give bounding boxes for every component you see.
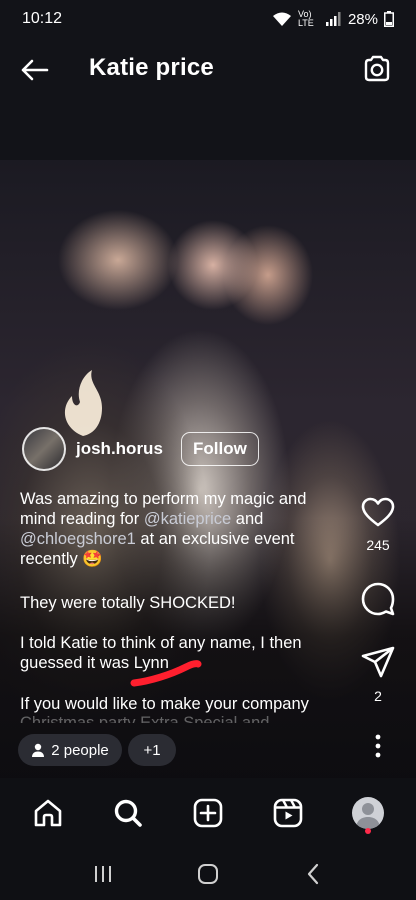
recent-apps-icon xyxy=(94,866,111,882)
like-count: 245 xyxy=(366,537,390,553)
tagged-people-chip[interactable]: 2 people xyxy=(18,734,122,766)
header: Katie price xyxy=(0,38,416,160)
back-system-button[interactable] xyxy=(293,854,333,894)
caption-paragraph: If you would like to make your company xyxy=(20,695,309,713)
author-username[interactable]: josh.horus xyxy=(76,439,163,459)
status-time: 10:12 xyxy=(22,10,63,27)
home-icon xyxy=(34,799,62,827)
recent-apps-button[interactable] xyxy=(83,854,123,894)
wifi-icon xyxy=(272,12,291,26)
arrow-left-icon xyxy=(21,59,49,81)
red-scribble xyxy=(130,660,202,687)
caption-text: and xyxy=(231,510,264,528)
status-indicators: Vo) LTE 28% xyxy=(272,10,394,28)
caption-paragraph-faded: Christmas party Extra Special and xyxy=(20,714,270,723)
like-button[interactable]: 245 xyxy=(358,497,398,553)
network-label: Vo) LTE xyxy=(297,9,314,28)
nav-search[interactable] xyxy=(103,788,153,838)
nav-create[interactable] xyxy=(183,788,233,838)
mention-chloegshore1[interactable]: @chloegshore1 xyxy=(20,530,136,548)
profile-avatar xyxy=(352,797,384,829)
tagged-people-label: 2 people xyxy=(51,741,109,759)
battery-percent: 28% xyxy=(347,10,378,28)
chevron-left-icon xyxy=(308,863,319,885)
more-vertical-icon xyxy=(375,734,381,758)
profile-placeholder-icon xyxy=(356,803,380,829)
system-navigation-bar xyxy=(0,848,416,900)
camera-icon xyxy=(364,55,390,82)
mention-katieprice[interactable]: @katieprice xyxy=(144,510,231,528)
page-title: Katie price xyxy=(89,54,214,81)
home-system-button[interactable] xyxy=(188,854,228,894)
more-options-button[interactable] xyxy=(358,734,398,758)
send-icon xyxy=(361,646,395,678)
author-avatar[interactable] xyxy=(22,427,66,471)
nav-home[interactable] xyxy=(23,788,73,838)
follow-button[interactable]: Follow xyxy=(180,432,259,466)
bottom-navigation xyxy=(0,778,416,848)
plus-square-icon xyxy=(193,798,223,828)
share-button[interactable]: 2 xyxy=(358,646,398,704)
back-button[interactable] xyxy=(16,52,52,88)
search-icon xyxy=(114,799,142,827)
signal-icon xyxy=(325,12,341,26)
post-author-row: josh.horus Follow xyxy=(22,427,259,471)
star-struck-emoji: 🤩 xyxy=(82,550,103,568)
heart-icon xyxy=(361,497,395,527)
reels-icon xyxy=(273,798,303,828)
share-count: 2 xyxy=(374,688,382,704)
camera-button[interactable] xyxy=(360,52,394,86)
status-bar: 10:12 Vo) LTE 28% xyxy=(0,0,416,38)
nav-profile[interactable] xyxy=(343,788,393,838)
comment-button[interactable] xyxy=(358,582,398,616)
home-circle-icon xyxy=(197,864,218,884)
battery-icon xyxy=(384,11,394,27)
post-caption[interactable]: Was amazing to perform my magic and mind… xyxy=(20,489,340,569)
nav-reels[interactable] xyxy=(263,788,313,838)
tagged-more-chip[interactable]: +1 xyxy=(128,734,176,766)
notification-dot xyxy=(365,828,371,834)
comment-icon xyxy=(361,582,395,616)
caption-paragraph: They were totally SHOCKED! xyxy=(20,594,236,612)
person-icon xyxy=(32,743,45,757)
